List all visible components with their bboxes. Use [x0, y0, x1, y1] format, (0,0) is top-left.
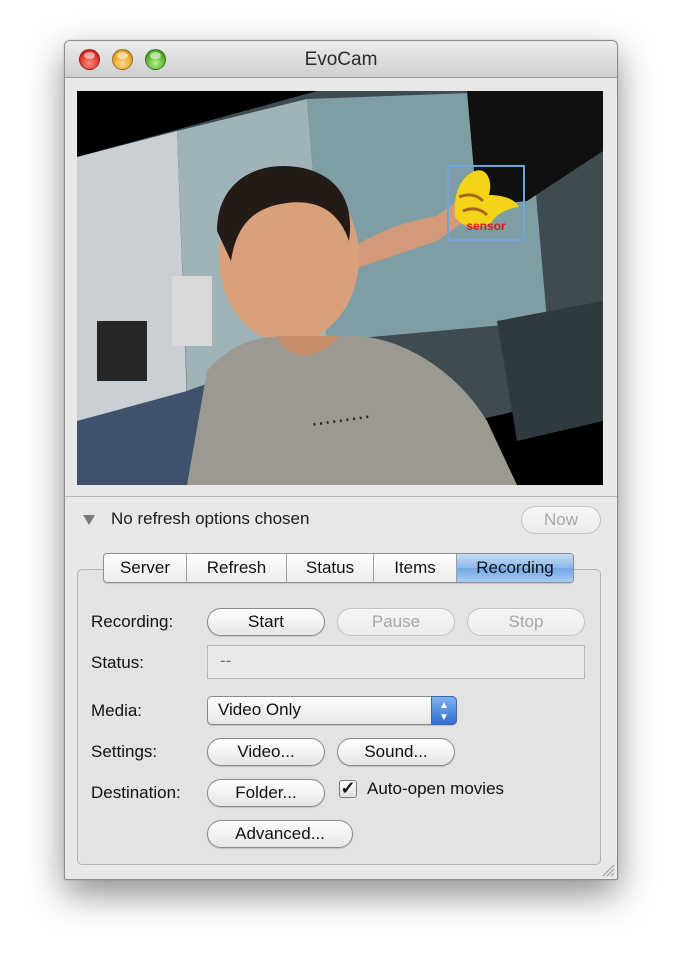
title-bar[interactable]: EvoCam	[65, 41, 617, 78]
tab-refresh[interactable]: Refresh	[187, 554, 287, 582]
tab-server[interactable]: Server	[104, 554, 187, 582]
status-label: Status:	[91, 653, 144, 672]
video-settings-button[interactable]: Video...	[207, 738, 325, 766]
webcam-preview[interactable]: ⋯⋯⋯ sensor	[77, 91, 603, 485]
chevron-updown-icon: ▲ ▼	[431, 696, 457, 725]
advanced-button[interactable]: Advanced...	[207, 820, 353, 848]
refresh-options-text: No refresh options chosen	[111, 509, 310, 528]
auto-open-label[interactable]: Auto-open movies	[367, 779, 504, 799]
media-label: Media:	[91, 701, 143, 720]
stop-button[interactable]: Stop	[467, 608, 585, 636]
destination-label: Destination:	[91, 783, 181, 802]
sensor-label: sensor	[466, 219, 506, 233]
resize-grip-icon[interactable]	[599, 861, 615, 877]
auto-open-checkbox[interactable]: ✓	[339, 778, 357, 798]
tab-bar: Server Refresh Status Items Recording	[103, 553, 574, 583]
tab-items[interactable]: Items	[374, 554, 457, 582]
media-select-value: Video Only	[218, 700, 301, 719]
start-button[interactable]: Start	[207, 608, 325, 636]
window-title: EvoCam	[304, 49, 378, 70]
webcam-frame-image: ⋯⋯⋯	[77, 91, 603, 485]
folder-button[interactable]: Folder...	[207, 779, 325, 807]
media-select[interactable]: Video Only ▲ ▼	[207, 696, 457, 725]
divider	[65, 496, 617, 497]
tab-status[interactable]: Status	[287, 554, 374, 582]
sensor-region[interactable]: sensor	[447, 165, 525, 241]
evocam-window: EvoCam ⋯⋯⋯ sensor No refresh options cho…	[64, 40, 618, 880]
pause-button[interactable]: Pause	[337, 608, 455, 636]
settings-label: Settings:	[91, 742, 158, 761]
sound-settings-button[interactable]: Sound...	[337, 738, 455, 766]
now-button[interactable]: Now	[521, 506, 601, 534]
status-field: --	[207, 645, 585, 679]
recording-label: Recording:	[91, 612, 174, 631]
disclosure-triangle-icon[interactable]	[83, 515, 95, 525]
tab-recording[interactable]: Recording	[457, 554, 573, 582]
checkmark-icon: ✓	[340, 778, 356, 798]
